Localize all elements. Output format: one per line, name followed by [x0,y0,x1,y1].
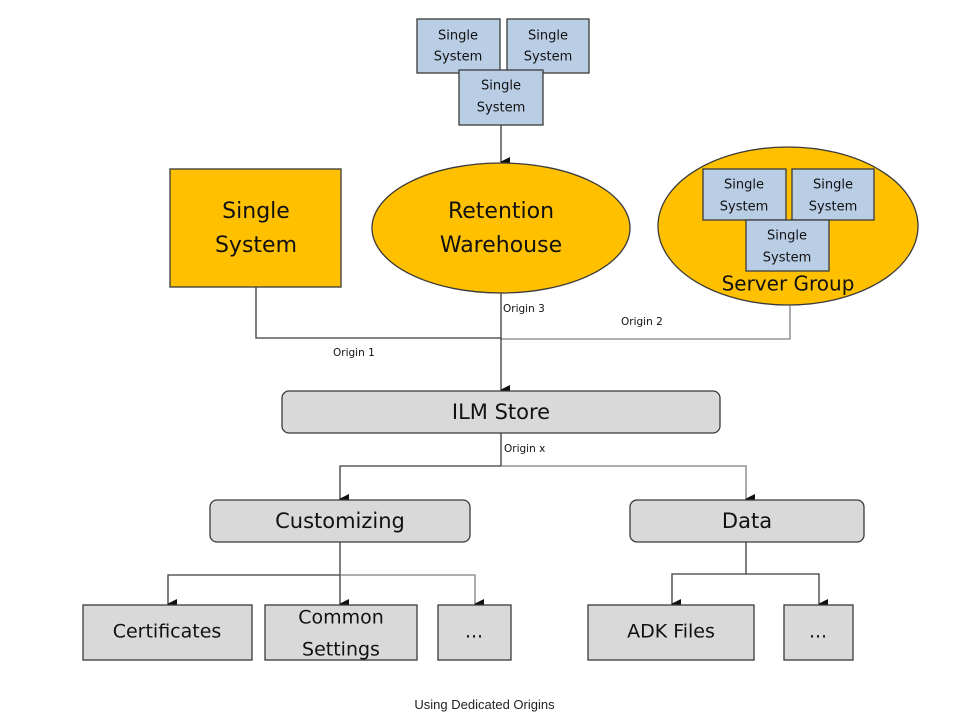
connector-to-certificates [167,574,340,609]
origin-x-label: Origin x [504,443,545,455]
common-settings-node[interactable]: Common Settings [264,604,418,661]
data-more-label: ... [809,621,827,643]
single-system-line1: Single [222,199,290,224]
server-group-label: Server Group [722,272,855,296]
connector-to-adk-files [671,573,746,609]
top-system-box-2-line2: System [524,50,572,65]
server-group-node[interactable]: Single System Single System Single Syste… [657,146,919,306]
ilm-store-label: ILM Store [452,400,550,424]
server-group-system-box-1-line2: System [720,200,768,215]
origin-3-label: Origin 3 [503,303,545,315]
certificates-label: Certificates [113,621,222,643]
customizing-label: Customizing [275,509,405,533]
connector-origin-1 [255,287,501,339]
retention-warehouse-node[interactable]: Retention Warehouse [371,162,631,294]
top-system-box-3-line1: Single [481,79,521,94]
data-label: Data [722,509,772,533]
server-group-system-box-2-line1: Single [813,178,853,193]
customizing-node[interactable]: Customizing [209,499,471,543]
top-system-cluster: Single System Single System Single Syste… [416,18,590,126]
single-system-node[interactable]: Single System [169,168,342,288]
single-system-line2: System [215,233,297,258]
server-group-system-box-3-line1: Single [767,229,807,244]
top-system-box-1[interactable]: Single System [416,18,501,74]
common-settings-line1: Common [298,607,384,629]
top-system-box-3[interactable]: Single System [458,69,544,126]
connector-to-customizing-more [340,574,484,609]
server-group-system-box-3-line2: System [763,251,811,266]
diagram-canvas: Single System Single System Single Syste… [82,18,919,661]
origin-2-label: Origin 2 [621,316,663,328]
data-node[interactable]: Data [629,499,865,543]
adk-files-label: ADK Files [627,621,715,643]
server-group-system-box-2[interactable]: Single System [791,168,875,221]
ilm-store-node[interactable]: ILM Store [281,390,721,434]
server-group-system-box-3[interactable]: Single System [745,219,830,272]
top-system-box-3-line2: System [477,101,525,116]
connector-to-data-more [746,573,828,609]
retention-warehouse-line1: Retention [448,199,554,224]
server-group-system-box-2-line2: System [809,200,857,215]
server-group-system-box-1-line1: Single [724,178,764,193]
data-more-node[interactable]: ... [783,604,854,661]
figure-caption: Using Dedicated Origins [414,697,555,712]
top-system-box-1-line1: Single [438,29,478,44]
top-system-box-2[interactable]: Single System [506,18,590,74]
server-group-system-box-1[interactable]: Single System [702,168,787,221]
retention-warehouse-line2: Warehouse [440,233,562,258]
top-system-box-1-line2: System [434,50,482,65]
adk-files-node[interactable]: ADK Files [587,604,755,661]
origin-1-label: Origin 1 [333,347,375,359]
connector-to-data [501,465,755,504]
customizing-more-node[interactable]: ... [437,604,512,661]
top-system-box-2-line1: Single [528,29,568,44]
certificates-node[interactable]: Certificates [82,604,253,661]
customizing-more-label: ... [465,621,483,643]
connector-to-customizing [339,465,501,504]
common-settings-line2: Settings [302,639,380,661]
